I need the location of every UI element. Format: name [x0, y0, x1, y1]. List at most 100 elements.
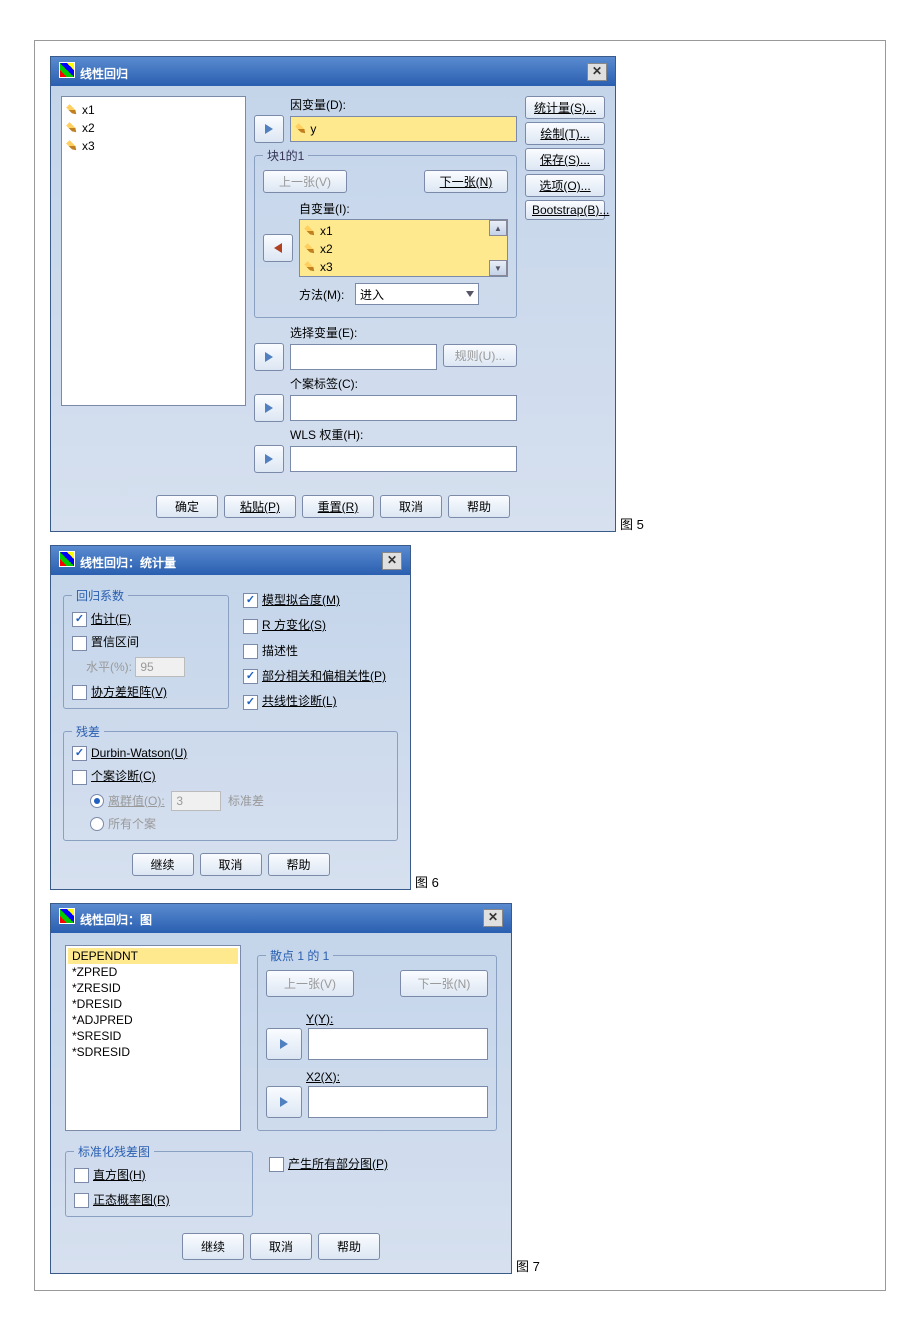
wls-weight-field[interactable]: [290, 446, 517, 472]
continue-button[interactable]: 继续: [182, 1233, 244, 1260]
method-select[interactable]: 进入: [355, 283, 479, 305]
cancel-button[interactable]: 取消: [250, 1233, 312, 1260]
list-item[interactable]: *DRESID: [68, 996, 238, 1012]
plots-dialog: 线性回归：图 ✕ DEPENDNT *ZPRED *ZRESID *DRESID…: [50, 903, 512, 1275]
help-button[interactable]: 帮助: [318, 1233, 380, 1260]
ok-button[interactable]: 确定: [156, 495, 218, 518]
arrow-right-icon: [265, 352, 273, 362]
prev-scatter-button[interactable]: 上一张(V): [266, 970, 354, 997]
descriptives-checkbox[interactable]: [243, 644, 258, 659]
dependent-label: 因变量(D):: [290, 96, 517, 113]
fieldset-legend: 回归系数: [72, 587, 128, 604]
scroll-up-button[interactable]: ▲: [489, 220, 507, 236]
titlebar: 线性回归 ✕: [51, 57, 615, 86]
variable-item: x3: [66, 137, 241, 155]
case-label-field[interactable]: [290, 395, 517, 421]
independents-listbox[interactable]: ▲ ▼ x1 x2 x3: [299, 219, 508, 277]
rule-button[interactable]: 规则(U)...: [443, 344, 517, 367]
cancel-button[interactable]: 取消: [380, 495, 442, 518]
block-fieldset: 块1的1 上一张(V) 下一张(N) 自变量(I): ▲ ▼ x1 x2 x3: [254, 147, 517, 318]
paste-button[interactable]: 粘贴(P): [224, 495, 296, 518]
std-dev-label: 标准差: [228, 794, 264, 808]
method-label: 方法(M):: [299, 286, 349, 303]
close-icon[interactable]: ✕: [483, 909, 503, 927]
list-item[interactable]: *ADJPRED: [68, 1012, 238, 1028]
durbin-watson-checkbox[interactable]: [72, 746, 87, 761]
wls-weight-label: WLS 权重(H):: [290, 426, 517, 443]
move-wls-weight-button[interactable]: [254, 445, 284, 473]
pencil-icon: [64, 138, 81, 155]
fieldset-legend: 标准化残差图: [74, 1143, 154, 1160]
arrow-left-icon: [274, 243, 282, 253]
selection-variable-field[interactable]: [290, 344, 437, 370]
pencil-icon: [293, 121, 310, 138]
histogram-checkbox[interactable]: [74, 1168, 89, 1183]
confidence-level-label: 水平(%):: [86, 660, 132, 674]
scroll-down-button[interactable]: ▼: [489, 260, 507, 276]
move-independent-button[interactable]: [263, 234, 293, 262]
scatter-fieldset: 散点 1 的 1 上一张(V) 下一张(N) Y(Y): X2(X):: [257, 947, 497, 1131]
bootstrap-button[interactable]: Bootstrap(B)...: [525, 200, 605, 220]
dialog-title: 线性回归：图: [80, 913, 152, 927]
arrow-right-icon: [280, 1039, 288, 1049]
close-icon[interactable]: ✕: [382, 552, 402, 570]
save-button[interactable]: 保存(S)...: [525, 148, 605, 171]
close-icon[interactable]: ✕: [587, 63, 607, 81]
titlebar: 线性回归：图 ✕: [51, 904, 511, 933]
dependent-field[interactable]: y: [290, 116, 517, 142]
statistics-button[interactable]: 统计量(S)...: [525, 96, 605, 119]
plots-button[interactable]: 绘制(T)...: [525, 122, 605, 145]
plot-variable-list[interactable]: DEPENDNT *ZPRED *ZRESID *DRESID *ADJPRED…: [65, 945, 241, 1131]
confidence-level-input: 95: [135, 657, 185, 677]
source-variable-list[interactable]: x1 x2 x3: [61, 96, 246, 406]
figure-caption-5: 图 5: [620, 514, 644, 533]
y-axis-field[interactable]: [308, 1028, 488, 1060]
x-axis-field[interactable]: [308, 1086, 488, 1118]
dialog-title: 线性回归: [80, 67, 128, 81]
figure-caption-6: 图 6: [415, 872, 439, 891]
next-scatter-button[interactable]: 下一张(N): [400, 970, 488, 997]
arrow-right-icon: [265, 454, 273, 464]
variable-item: x1: [66, 101, 241, 119]
list-item[interactable]: *ZPRED: [68, 964, 238, 980]
selection-variable-label: 选择变量(E):: [290, 324, 517, 341]
app-icon: [59, 62, 75, 78]
help-button[interactable]: 帮助: [268, 853, 330, 876]
list-item[interactable]: *SDRESID: [68, 1044, 238, 1060]
pencil-icon: [64, 120, 81, 137]
covariance-matrix-checkbox[interactable]: [72, 685, 87, 700]
help-button[interactable]: 帮助: [448, 495, 510, 518]
continue-button[interactable]: 继续: [132, 853, 194, 876]
outliers-value-input: 3: [171, 791, 221, 811]
list-item[interactable]: *SRESID: [68, 1028, 238, 1044]
r2-change-checkbox[interactable]: [243, 619, 258, 634]
normal-prob-plot-checkbox[interactable]: [74, 1193, 89, 1208]
reset-button[interactable]: 重置(R): [302, 495, 374, 518]
move-x-button[interactable]: [266, 1086, 302, 1118]
list-item[interactable]: DEPENDNT: [68, 948, 238, 964]
next-block-button[interactable]: 下一张(N): [424, 170, 508, 193]
collinearity-checkbox[interactable]: [243, 695, 258, 710]
move-selection-variable-button[interactable]: [254, 343, 284, 371]
all-partial-plots-checkbox[interactable]: [269, 1157, 284, 1172]
prev-block-button[interactable]: 上一张(V): [263, 170, 347, 193]
move-dependent-button[interactable]: [254, 115, 284, 143]
move-case-label-button[interactable]: [254, 394, 284, 422]
pencil-icon: [302, 259, 319, 276]
move-y-button[interactable]: [266, 1028, 302, 1060]
fieldset-legend: 散点 1 的 1: [266, 947, 333, 964]
confidence-interval-checkbox[interactable]: [72, 636, 87, 651]
figure-caption-7: 图 7: [516, 1256, 540, 1275]
cancel-button[interactable]: 取消: [200, 853, 262, 876]
casewise-diagnostics-checkbox[interactable]: [72, 770, 87, 785]
options-button[interactable]: 选项(O)...: [525, 174, 605, 197]
estimates-checkbox[interactable]: [72, 612, 87, 627]
model-fit-checkbox[interactable]: [243, 593, 258, 608]
dialog-title: 线性回归：统计量: [80, 556, 176, 570]
part-correlations-checkbox[interactable]: [243, 669, 258, 684]
list-item[interactable]: *ZRESID: [68, 980, 238, 996]
linear-regression-dialog: 线性回归 ✕ x1 x2 x3 因变量(D): y 块1的1 上一张(V) 下一…: [50, 56, 616, 532]
case-label-label: 个案标签(C):: [290, 375, 517, 392]
pencil-icon: [302, 241, 319, 258]
fieldset-legend: 残差: [72, 723, 104, 740]
